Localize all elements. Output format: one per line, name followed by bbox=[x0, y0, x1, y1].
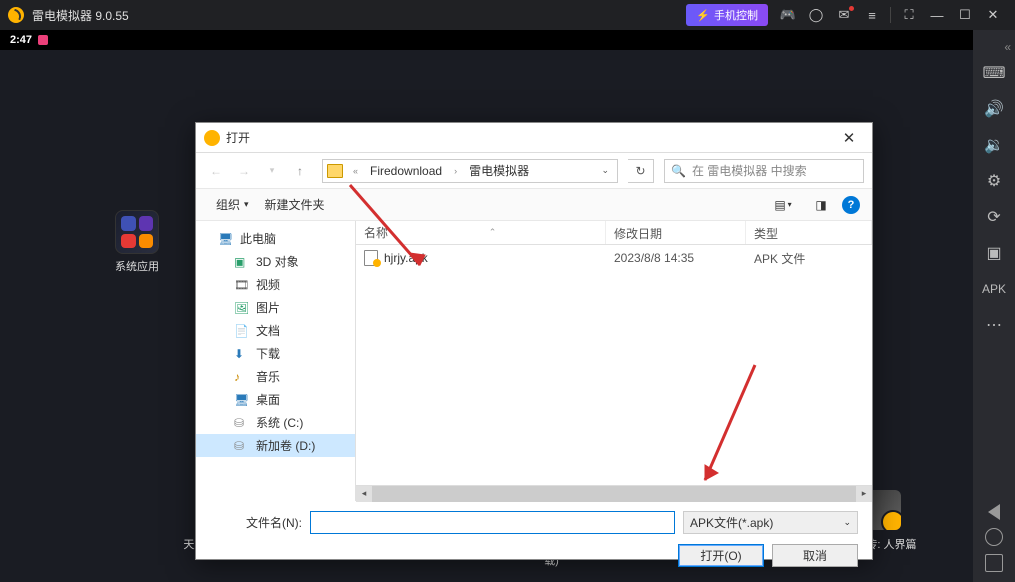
tree-item-music[interactable]: ♪音乐 bbox=[196, 365, 355, 388]
tree-item-downloads[interactable]: ⬇下载 bbox=[196, 342, 355, 365]
scroll-right-button[interactable]: ▸ bbox=[856, 486, 872, 502]
apk-file-icon bbox=[364, 250, 378, 266]
dialog-titlebar: 打开 ✕ bbox=[196, 123, 872, 153]
sidebar-multi-instance-icon[interactable]: ▣ bbox=[976, 236, 1012, 270]
tree-item-documents[interactable]: 📄文档 bbox=[196, 319, 355, 342]
sidebar-volume-down-icon[interactable]: 🔉 bbox=[976, 128, 1012, 162]
android-status-bar: 2:47 ▾ ▲ ▮ bbox=[0, 30, 1015, 50]
cancel-button[interactable]: 取消 bbox=[772, 544, 858, 567]
app-logo-icon bbox=[8, 7, 24, 23]
tree-item-3d-objects[interactable]: ▣3D 对象 bbox=[196, 250, 355, 273]
nav-forward-button[interactable]: → bbox=[232, 159, 256, 183]
horizontal-scrollbar[interactable]: ◂ ▸ bbox=[356, 485, 872, 501]
menu-icon[interactable]: ≡ bbox=[858, 1, 886, 29]
close-icon[interactable]: ✕ bbox=[979, 1, 1007, 29]
dialog-title: 打开 bbox=[226, 129, 250, 146]
nav-up-button[interactable]: ↑ bbox=[288, 159, 312, 183]
sidebar-settings-icon[interactable]: ⚙ bbox=[976, 164, 1012, 198]
nav-back-button[interactable]: ← bbox=[204, 159, 228, 183]
minimize-icon[interactable]: — bbox=[923, 1, 951, 29]
refresh-button[interactable]: ↻ bbox=[628, 159, 654, 183]
emulator-screen: 系统应用 天龙八部2: 飞龙战天 全民江湖 秦时明月: 沧海 (预下载) 天命传… bbox=[0, 50, 973, 582]
desktop-icon-system-apps[interactable]: 系统应用 bbox=[110, 210, 164, 274]
header-type[interactable]: 类型 bbox=[746, 221, 872, 244]
organize-button[interactable]: 组织 ▾ bbox=[208, 192, 257, 217]
android-back-button[interactable] bbox=[988, 504, 1000, 520]
filename-label: 文件名(N): bbox=[210, 514, 302, 531]
search-icon: 🔍 bbox=[671, 164, 686, 178]
search-box[interactable]: 🔍 在 雷电模拟器 中搜索 bbox=[664, 159, 864, 183]
path-breadcrumb[interactable]: « Firedownload › 雷电模拟器 ⌄ bbox=[322, 159, 618, 183]
help-button[interactable]: ? bbox=[842, 196, 860, 214]
sidebar-sync-icon[interactable]: ⟳ bbox=[976, 200, 1012, 234]
sidebar-keymap-icon[interactable]: ⌨ bbox=[976, 56, 1012, 90]
file-list-headers: 名称⌃ 修改日期 类型 bbox=[356, 221, 872, 245]
sidebar-collapse-icon[interactable]: « bbox=[1004, 40, 1011, 54]
user-icon[interactable]: ◯ bbox=[802, 1, 830, 29]
gamepad-icon[interactable]: 🎮 bbox=[774, 1, 802, 29]
tree-item-pictures[interactable]: 🖼图片 bbox=[196, 296, 355, 319]
scroll-left-button[interactable]: ◂ bbox=[356, 486, 372, 502]
file-list: 名称⌃ 修改日期 类型 hjrjy.apk 2023/8/8 14:35 APK… bbox=[356, 221, 872, 501]
dialog-close-button[interactable]: ✕ bbox=[834, 124, 864, 152]
sidebar-volume-up-icon[interactable]: 🔊 bbox=[976, 92, 1012, 126]
new-folder-button[interactable]: 新建文件夹 bbox=[257, 192, 333, 217]
fullscreen-icon[interactable]: ⛶ bbox=[895, 1, 923, 29]
sidebar-more-icon[interactable]: ⋯ bbox=[976, 308, 1012, 342]
emulator-sidebar: « ⌨ 🔊 🔉 ⚙ ⟳ ▣ APK ⋯ bbox=[973, 30, 1015, 582]
file-row[interactable]: hjrjy.apk 2023/8/8 14:35 APK 文件 bbox=[356, 245, 872, 271]
nav-history-button[interactable]: ▾ bbox=[260, 159, 284, 183]
app-title: 雷电模拟器 9.0.55 bbox=[32, 7, 129, 24]
file-open-dialog: 打开 ✕ ← → ▾ ↑ « Firedownload › 雷电模拟器 ⌄ ↻ … bbox=[195, 122, 873, 560]
folder-tree: 🖥此电脑 ▣3D 对象 🎞视频 🖼图片 📄文档 ⬇下载 ♪音乐 🖥桌面 ⛁系统 … bbox=[196, 221, 356, 501]
dialog-nav-row: ← → ▾ ↑ « Firedownload › 雷电模拟器 ⌄ ↻ 🔍 在 雷… bbox=[196, 153, 872, 189]
filename-input[interactable] bbox=[310, 511, 675, 534]
maximize-icon[interactable]: ☐ bbox=[951, 1, 979, 29]
open-button[interactable]: 打开(O) bbox=[678, 544, 764, 567]
folder-icon bbox=[327, 164, 343, 178]
scroll-thumb[interactable] bbox=[372, 486, 856, 502]
status-time: 2:47 bbox=[10, 34, 32, 46]
tree-item-desktop[interactable]: 🖥桌面 bbox=[196, 388, 355, 411]
phone-control-button[interactable]: ⚡ 手机控制 bbox=[686, 4, 768, 26]
filetype-select[interactable]: APK文件(*.apk)⌄ bbox=[683, 511, 858, 534]
header-date[interactable]: 修改日期 bbox=[606, 221, 746, 244]
tree-item-drive-d[interactable]: ⛁新加卷 (D:) bbox=[196, 434, 355, 457]
sidebar-install-apk-icon[interactable]: APK bbox=[976, 272, 1012, 306]
tree-item-videos[interactable]: 🎞视频 bbox=[196, 273, 355, 296]
dialog-logo-icon bbox=[204, 130, 220, 146]
preview-pane-button[interactable]: ◨ bbox=[804, 194, 838, 216]
app-titlebar: 雷电模拟器 9.0.55 ⚡ 手机控制 🎮 ◯ ✉ ≡ ⛶ — ☐ ✕ bbox=[0, 0, 1015, 30]
bolt-icon: ⚡ bbox=[696, 9, 710, 22]
desktop-icon-label: 系统应用 bbox=[110, 258, 164, 274]
android-home-button[interactable] bbox=[985, 528, 1003, 546]
dialog-footer: 文件名(N): APK文件(*.apk)⌄ 打开(O) 取消 bbox=[196, 501, 872, 577]
view-mode-button[interactable]: ▤▾ bbox=[766, 194, 800, 216]
notification-indicator-icon bbox=[38, 35, 48, 45]
header-name[interactable]: 名称⌃ bbox=[356, 221, 606, 244]
android-recents-button[interactable] bbox=[985, 554, 1003, 572]
tree-item-this-pc[interactable]: 🖥此电脑 bbox=[196, 227, 355, 250]
tree-item-drive-c[interactable]: ⛁系统 (C:) bbox=[196, 411, 355, 434]
mail-icon[interactable]: ✉ bbox=[830, 1, 858, 29]
sort-indicator-icon: ⌃ bbox=[489, 227, 497, 238]
dialog-toolbar: 组织 ▾ 新建文件夹 ▤▾ ◨ ? bbox=[196, 189, 872, 221]
